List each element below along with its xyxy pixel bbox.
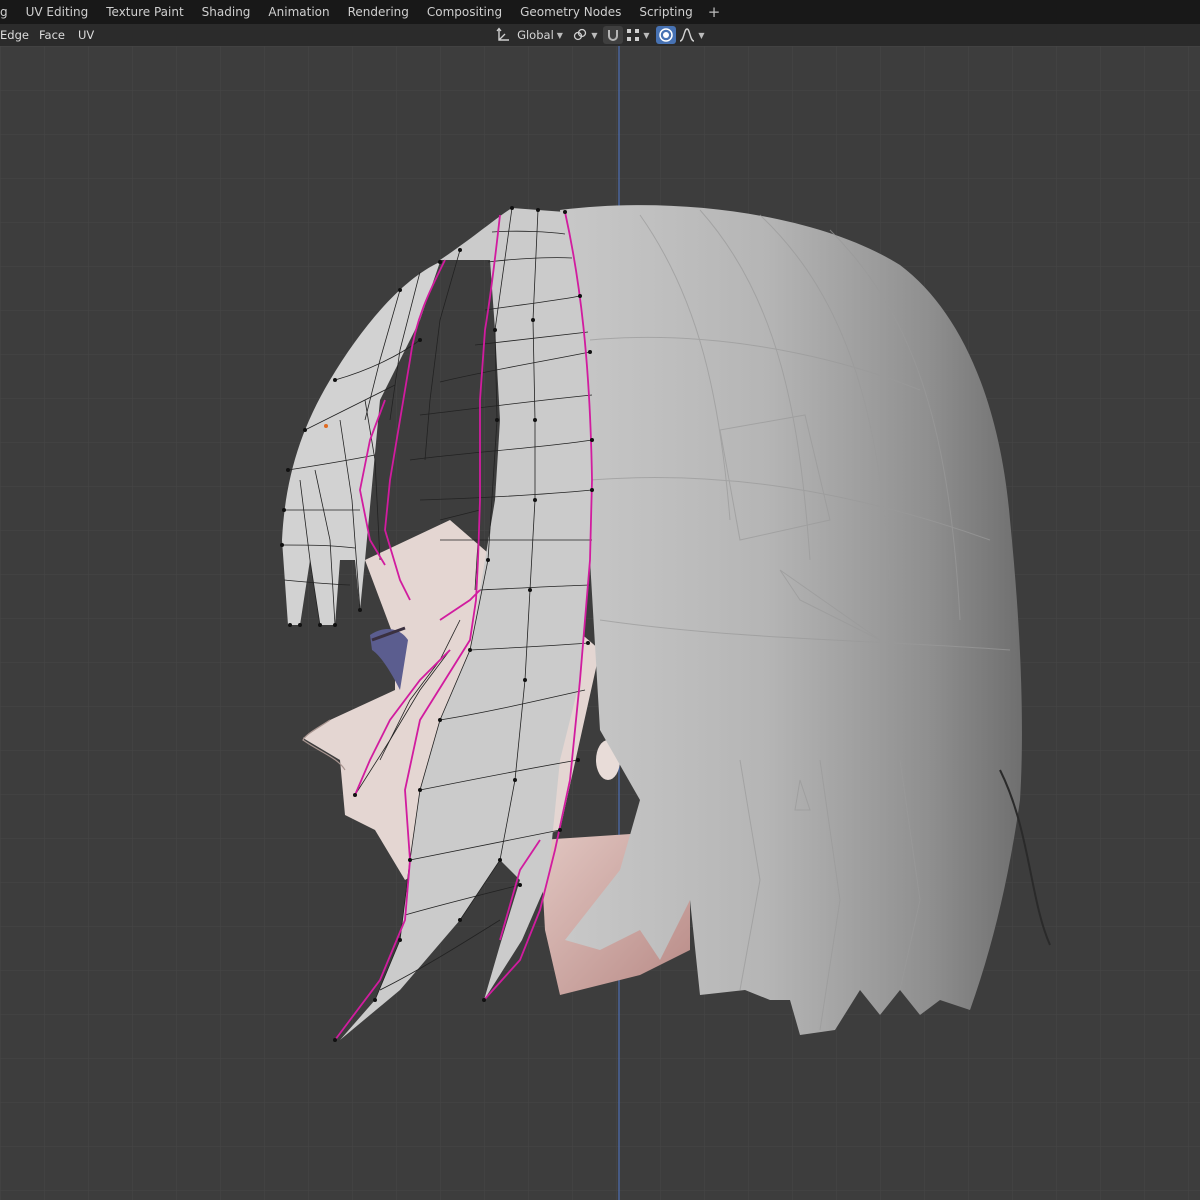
tab-rendering[interactable]: Rendering [339, 0, 418, 24]
falloff-dropdown[interactable]: ▼ [678, 26, 706, 44]
tab-uv-editing[interactable]: UV Editing [17, 0, 98, 24]
snap-target-dropdown[interactable]: ▼ [624, 26, 652, 44]
proportional-editing-icon [659, 28, 673, 42]
tab-shading[interactable]: Shading [193, 0, 260, 24]
snap-grid-icon [627, 29, 640, 41]
tab-geometry-nodes[interactable]: Geometry Nodes [511, 0, 630, 24]
hair-back [560, 205, 1022, 1036]
3d-viewport[interactable] [0, 46, 1200, 1200]
pivot-point-dropdown[interactable]: ▼ [571, 26, 599, 44]
transform-orientation-dropdown[interactable]: Global ▼ [492, 26, 566, 44]
tab-scripting[interactable]: Scripting [630, 0, 701, 24]
blender-window: g UV Editing Texture Paint Shading Anima… [0, 0, 1200, 1200]
chevron-down-icon: ▼ [643, 30, 650, 40]
menu-face[interactable]: Face [39, 24, 65, 46]
snap-toggle[interactable] [603, 26, 623, 44]
tab-workspace-partial[interactable]: g [0, 0, 17, 24]
add-workspace-button[interactable]: + [702, 0, 727, 24]
origin-point [324, 424, 328, 428]
proportional-editing-toggle[interactable] [656, 26, 676, 44]
viewport-canvas[interactable] [0, 46, 1200, 1200]
transform-axes-icon [496, 27, 510, 41]
tab-texture-paint[interactable]: Texture Paint [97, 0, 192, 24]
falloff-curve-icon [680, 28, 695, 42]
chevron-down-icon: ▼ [556, 30, 563, 40]
tab-animation[interactable]: Animation [259, 0, 338, 24]
menu-edge[interactable]: Edge [0, 24, 29, 46]
snap-magnet-icon [608, 30, 618, 41]
workspace-tab-bar: g UV Editing Texture Paint Shading Anima… [0, 0, 1200, 24]
tab-compositing[interactable]: Compositing [418, 0, 511, 24]
menu-uv[interactable]: UV [78, 24, 94, 46]
link-pivot-icon [574, 28, 587, 41]
chevron-down-icon: ▼ [591, 30, 598, 40]
orientation-label: Global [517, 28, 554, 42]
viewport-header: Edge Face UV Global ▼ ▼ ▼ ▼ [0, 24, 1200, 46]
chevron-down-icon: ▼ [698, 30, 705, 40]
